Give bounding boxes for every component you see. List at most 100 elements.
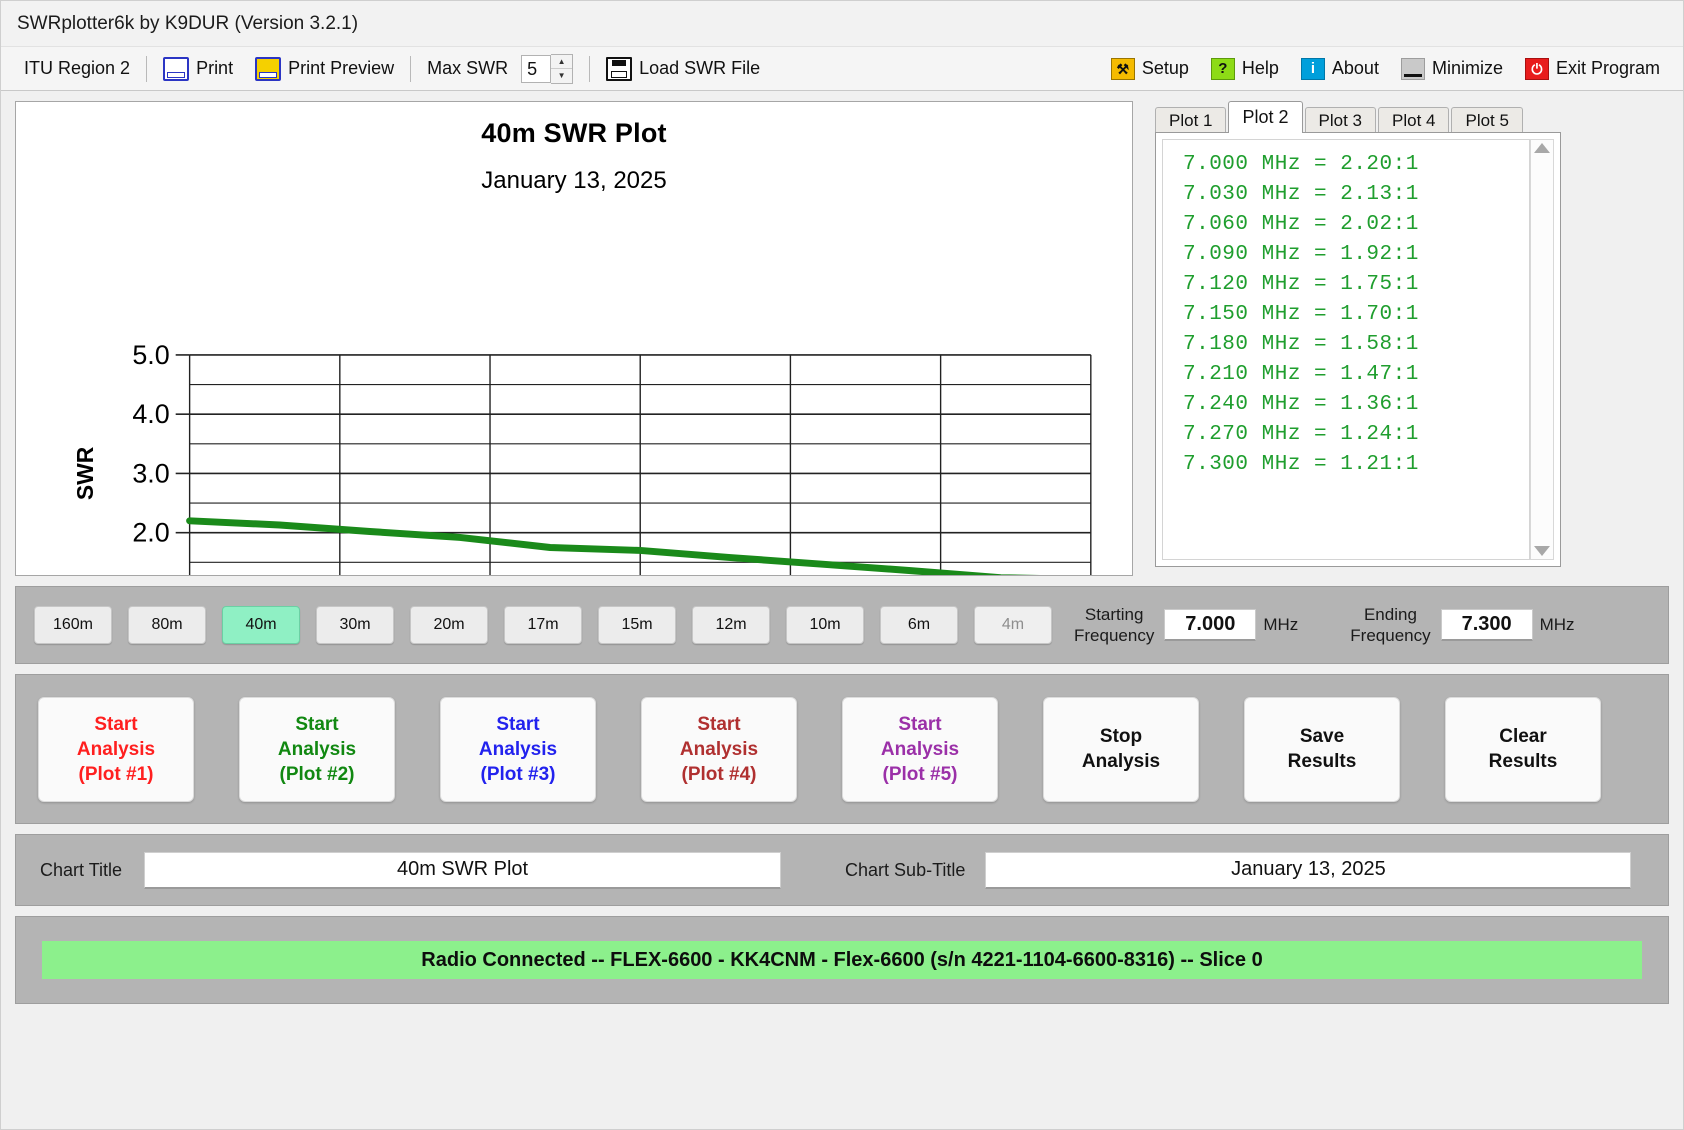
action-button-line-2: Analysis xyxy=(880,738,960,760)
result-line: 7.060 MHz = 2.02:1 xyxy=(1183,213,1419,236)
result-line: 7.000 MHz = 2.20:1 xyxy=(1183,153,1419,176)
action-button-line-2: Analysis xyxy=(679,738,759,760)
print-label: Print xyxy=(196,58,234,78)
application-window: SWRplotter6k by K9DUR (Version 3.2.1) IT… xyxy=(0,0,1684,1130)
max-swr-spin-buttons[interactable]: ▲ ▼ xyxy=(551,53,574,84)
ending-frequency-label: Ending Frequency xyxy=(1350,604,1430,646)
status-row: Radio Connected -- FLEX-6600 - KK4CNM - … xyxy=(15,916,1669,1004)
band-button-20m[interactable]: 20m xyxy=(410,606,488,644)
start-analysis-plot-4-button[interactable]: Start Analysis (Plot #4) xyxy=(641,696,797,802)
stop-analysis-button[interactable]: Stop Analysis xyxy=(1043,696,1199,802)
band-button-label: 20m xyxy=(433,616,465,633)
load-swr-file-label: Load SWR File xyxy=(639,58,761,78)
tab-plot-1[interactable]: Plot 1 xyxy=(1155,107,1227,133)
setup-button[interactable]: ⚒ Setup xyxy=(1100,52,1200,86)
band-button-10m[interactable]: 10m xyxy=(786,606,864,644)
tab-plot-2[interactable]: Plot 2 xyxy=(1228,101,1303,133)
ending-frequency-label-line1: Ending xyxy=(1363,605,1417,624)
tab-label: Plot 3 xyxy=(1318,111,1362,130)
band-button-80m[interactable]: 80m xyxy=(128,606,206,644)
spin-down-icon[interactable]: ▼ xyxy=(551,69,572,83)
about-label: About xyxy=(1331,58,1379,78)
floppy-disk-icon xyxy=(606,56,633,81)
save-results-button[interactable]: Save Results xyxy=(1244,696,1400,802)
start-analysis-plot-3-button[interactable]: Start Analysis (Plot #3) xyxy=(440,696,596,802)
action-button-line-3: (Plot #2) xyxy=(279,763,355,785)
exit-program-button[interactable]: ⏻ Exit Program xyxy=(1514,52,1671,86)
power-icon: ⏻ xyxy=(1524,57,1549,80)
tab-label: Plot 5 xyxy=(1465,111,1509,130)
toolbar: ITU Region 2 Print Print Preview Max SWR… xyxy=(1,47,1683,91)
max-swr-group: Max SWR 5 ▲ ▼ xyxy=(416,52,584,86)
action-button-line-3: (Plot #3) xyxy=(480,763,556,785)
setup-label: Setup xyxy=(1141,58,1189,78)
band-button-30m[interactable]: 30m xyxy=(316,606,394,644)
band-button-label: 160m xyxy=(52,616,94,633)
starting-frequency-input[interactable]: 7.000 xyxy=(1164,609,1257,641)
band-button-6m[interactable]: 6m xyxy=(880,606,958,644)
printer-icon xyxy=(163,56,190,81)
svg-text:5.0: 5.0 xyxy=(132,340,169,370)
max-swr-input[interactable]: 5 xyxy=(521,54,552,83)
chart-title-label: Chart Title xyxy=(40,859,123,880)
scroll-down-arrow-icon[interactable] xyxy=(1534,546,1550,556)
itu-region-label: ITU Region 2 xyxy=(24,58,131,78)
results-listbox[interactable]: 7.000 MHz = 2.20:1 7.030 MHz = 2.13:1 7.06… xyxy=(1155,132,1561,567)
chart-subtitle-input[interactable]: January 13, 2025 xyxy=(985,851,1632,889)
band-buttons: 160m 80m 40m 30m 20m 17m 15m 12m 10m 6m 4m xyxy=(34,606,1068,644)
ending-frequency-input[interactable]: 7.300 xyxy=(1440,609,1533,641)
action-button-line-1: Stop xyxy=(1099,726,1143,747)
help-button[interactable]: ? Help xyxy=(1200,52,1290,86)
action-button-line-1: Start xyxy=(295,713,339,735)
tab-plot-3[interactable]: Plot 3 xyxy=(1304,107,1376,133)
print-button[interactable]: Print xyxy=(152,52,244,86)
results-scrollbar[interactable] xyxy=(1530,139,1554,560)
action-button-line-2: Results xyxy=(1488,751,1558,772)
about-button[interactable]: i About xyxy=(1290,52,1390,86)
result-line: 7.210 MHz = 1.47:1 xyxy=(1183,363,1419,386)
top-row: 40m SWR Plot January 13, 2025 5.0 4.0 3.0 2… xyxy=(15,101,1669,576)
action-button-line-2: Analysis xyxy=(478,738,558,760)
info-icon: i xyxy=(1300,57,1325,80)
band-button-160m[interactable]: 160m xyxy=(34,606,112,644)
results-text: 7.000 MHz = 2.20:1 7.030 MHz = 2.13:1 7.06… xyxy=(1162,139,1530,560)
action-button-line-1: Save xyxy=(1299,726,1345,747)
clear-results-button[interactable]: Clear Results xyxy=(1445,696,1601,802)
action-button-line-1: Start xyxy=(697,713,741,735)
chart-panel: 40m SWR Plot January 13, 2025 5.0 4.0 3.0 2… xyxy=(15,101,1133,576)
max-swr-stepper[interactable]: 5 ▲ ▼ xyxy=(521,53,574,84)
action-button-line-1: Clear xyxy=(1499,726,1547,747)
action-button-line-1: Start xyxy=(496,713,540,735)
question-mark-icon: ? xyxy=(1210,57,1235,80)
svg-text:4.0: 4.0 xyxy=(132,399,169,429)
toolbar-divider xyxy=(589,55,591,82)
action-button-line-3: (Plot #1) xyxy=(78,763,154,785)
tools-icon: ⚒ xyxy=(1110,57,1135,80)
scroll-up-arrow-icon[interactable] xyxy=(1534,143,1550,153)
start-analysis-plot-2-button[interactable]: Start Analysis (Plot #2) xyxy=(239,696,395,802)
tab-plot-5[interactable]: Plot 5 xyxy=(1451,107,1523,133)
start-analysis-plot-1-button[interactable]: Start Analysis (Plot #1) xyxy=(38,696,194,802)
spin-up-icon[interactable]: ▲ xyxy=(551,55,573,69)
minimize-button[interactable]: Minimize xyxy=(1390,52,1514,86)
band-button-17m[interactable]: 17m xyxy=(504,606,582,644)
starting-frequency-label-line2: Frequency xyxy=(1074,626,1155,645)
action-button-line-2: Analysis xyxy=(277,738,357,760)
band-button-15m[interactable]: 15m xyxy=(598,606,676,644)
tab-plot-4[interactable]: Plot 4 xyxy=(1378,107,1450,133)
title-bar: SWRplotter6k by K9DUR (Version 3.2.1) xyxy=(1,1,1683,47)
start-analysis-plot-5-button[interactable]: Start Analysis (Plot #5) xyxy=(842,696,998,802)
band-button-12m[interactable]: 12m xyxy=(692,606,770,644)
load-swr-file-button[interactable]: Load SWR File xyxy=(595,52,771,86)
action-button-line-3: (Plot #5) xyxy=(882,763,958,785)
main-content: 40m SWR Plot January 13, 2025 5.0 4.0 3.0 2… xyxy=(1,91,1683,1004)
chart-subtitle-label: Chart Sub-Title xyxy=(845,859,966,880)
chart-title-input[interactable]: 40m SWR Plot xyxy=(144,851,782,889)
band-button-label: 40m xyxy=(245,616,277,633)
itu-region-selector[interactable]: ITU Region 2 xyxy=(13,52,141,86)
print-preview-button[interactable]: Print Preview xyxy=(244,52,405,86)
result-line: 7.270 MHz = 1.24:1 xyxy=(1183,423,1419,446)
window-title: SWRplotter6k by K9DUR (Version 3.2.1) xyxy=(17,12,359,34)
band-button-40m[interactable]: 40m xyxy=(222,606,300,644)
svg-text:2.0: 2.0 xyxy=(132,518,169,548)
